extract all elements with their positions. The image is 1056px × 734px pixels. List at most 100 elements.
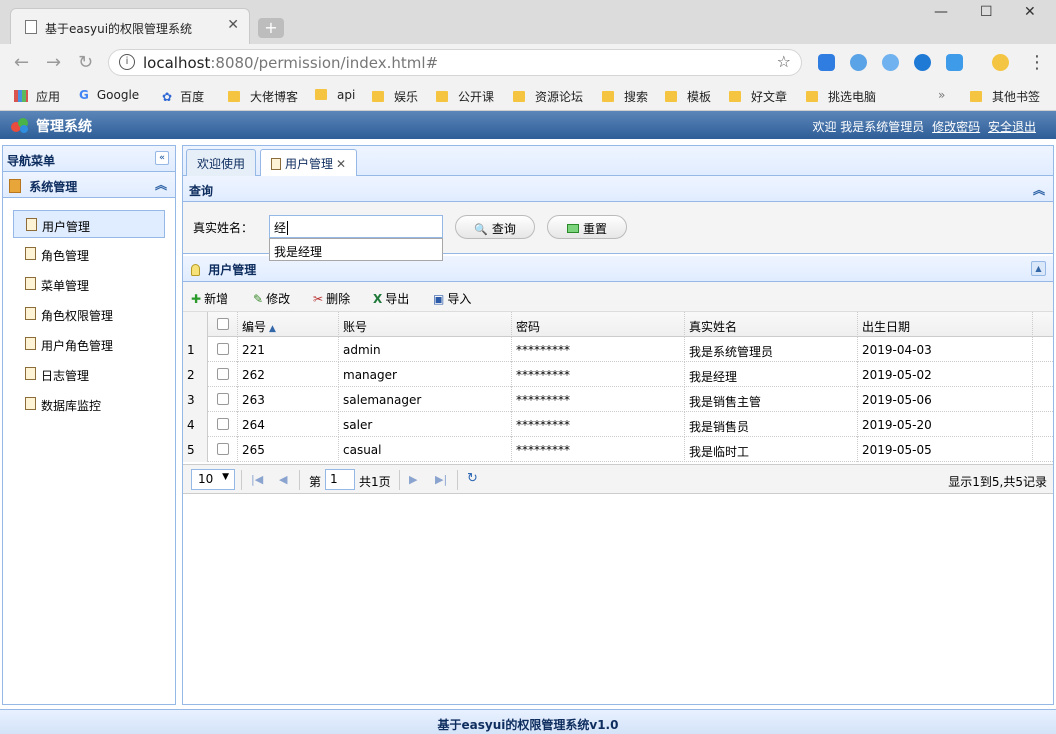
autocomplete-suggestion[interactable]: 我是经理 xyxy=(269,238,443,261)
row-checkbox-cell[interactable] xyxy=(208,412,238,437)
separator xyxy=(399,470,400,490)
collapse-left-icon[interactable]: « xyxy=(155,151,169,165)
other-bookmarks[interactable]: 其他书签 xyxy=(970,88,1040,105)
minimize-icon[interactable]: — xyxy=(934,4,948,20)
row-checkbox-cell[interactable] xyxy=(208,437,238,462)
table-row[interactable]: 5 265 casual ********* 我是临时工 2019-05-05 xyxy=(183,437,1053,462)
nav-item-label: 数据库监控 xyxy=(41,399,102,413)
checkbox[interactable] xyxy=(216,343,229,355)
bookmark-folder[interactable]: 资源论坛 xyxy=(513,88,583,105)
bookmark-star-icon[interactable]: ☆ xyxy=(777,52,791,71)
row-checkbox-cell[interactable] xyxy=(208,387,238,412)
next-page-icon[interactable]: ▶ xyxy=(409,473,417,486)
bookmark-label: 娱乐 xyxy=(394,90,419,104)
bookmark-apps[interactable]: 应用 xyxy=(14,88,60,105)
real-name-input[interactable]: 经 xyxy=(269,215,443,238)
extension-icon[interactable] xyxy=(946,54,963,71)
checkbox[interactable] xyxy=(216,418,229,430)
extension-icon[interactable] xyxy=(882,54,899,71)
prev-page-icon[interactable]: ◀ xyxy=(279,473,287,486)
col-real-name[interactable]: 真实姓名 xyxy=(685,312,858,337)
browser-tab[interactable]: 基于easyui的权限管理系统 ✕ xyxy=(10,8,250,44)
nav-item-menu[interactable]: 菜单管理 xyxy=(13,270,165,298)
page-size-select[interactable]: 10 ▼ xyxy=(191,469,235,490)
nav-item-log[interactable]: 日志管理 xyxy=(13,360,165,388)
change-password-link[interactable]: 修改密码 xyxy=(932,120,980,134)
table-row[interactable]: 4 264 saler ********* 我是销售员 2019-05-20 xyxy=(183,412,1053,437)
bookmark-folder[interactable]: 好文章 xyxy=(729,88,787,105)
checkbox[interactable] xyxy=(216,318,229,330)
menu-icon[interactable]: ⋮ xyxy=(1028,52,1046,73)
apps-icon xyxy=(14,90,28,102)
more-bookmarks-icon[interactable]: » xyxy=(938,88,945,102)
nav-item-role[interactable]: 角色管理 xyxy=(13,240,165,268)
export-label: 导出 xyxy=(385,292,410,306)
logout-link[interactable]: 安全退出 xyxy=(988,120,1036,134)
import-button[interactable]: ▣ 导入 xyxy=(433,290,471,307)
chevron-up-icon[interactable]: ︽ xyxy=(155,176,167,193)
nav-item-label: 角色管理 xyxy=(41,249,90,263)
excel-icon: X xyxy=(373,292,383,306)
tab-user-management[interactable]: 用户管理 ✕ xyxy=(260,149,358,177)
nav-item-user-role[interactable]: 用户角色管理 xyxy=(13,330,165,358)
close-window-icon[interactable]: ✕ xyxy=(1024,4,1036,20)
first-page-icon[interactable]: |◀ xyxy=(251,473,263,486)
checkbox[interactable] xyxy=(216,393,229,405)
bookmark-folder[interactable]: 娱乐 xyxy=(372,88,418,105)
row-number: 5 xyxy=(183,437,208,462)
table-row[interactable]: 1 221 admin ********* 我是系统管理员 2019-04-03 xyxy=(183,337,1053,362)
reset-button[interactable]: 重置 xyxy=(547,215,627,239)
bookmark-folder[interactable]: 公开课 xyxy=(436,88,494,105)
bookmark-google[interactable]: G Google xyxy=(79,88,139,102)
address-bar[interactable]: i localhost:8080/permission/index.html# … xyxy=(108,49,802,76)
checkbox[interactable] xyxy=(216,443,229,455)
chevron-up-icon[interactable]: ︽ xyxy=(1033,181,1045,198)
reload-icon[interactable]: ↻ xyxy=(78,52,93,73)
close-tab-icon[interactable]: ✕ xyxy=(336,157,346,171)
last-page-icon[interactable]: ▶| xyxy=(435,473,447,486)
bookmark-folder[interactable]: api xyxy=(315,88,355,102)
page-number-input[interactable]: 1 xyxy=(325,469,355,490)
nav-item-user[interactable]: 用户管理 xyxy=(13,210,165,238)
select-all-checkbox[interactable] xyxy=(208,312,238,337)
bookmark-baidu[interactable]: ✿ 百度 xyxy=(162,88,204,105)
cell-real-name: 我是销售员 xyxy=(685,412,858,437)
accordion-header[interactable]: 系统管理 ︽ xyxy=(3,172,175,198)
table-row[interactable]: 3 263 salemanager ********* 我是销售主管 2019-05-06 xyxy=(183,387,1053,412)
bookmark-folder[interactable]: 模板 xyxy=(665,88,711,105)
row-checkbox-cell[interactable] xyxy=(208,337,238,362)
profile-avatar[interactable] xyxy=(992,54,1009,71)
bookmark-folder[interactable]: 搜索 xyxy=(602,88,648,105)
table-row[interactable]: 2 262 manager ********* 我是经理 2019-05-02 xyxy=(183,362,1053,387)
close-tab-icon[interactable]: ✕ xyxy=(227,17,239,33)
tab-welcome[interactable]: 欢迎使用 xyxy=(186,149,257,176)
nav-item-role-permission[interactable]: 角色权限管理 xyxy=(13,300,165,328)
add-button[interactable]: ✚ 新增 xyxy=(191,290,228,307)
edit-button[interactable]: ✎ 修改 xyxy=(253,290,290,307)
collapse-icon[interactable]: ▲ xyxy=(1031,261,1046,276)
checkbox[interactable] xyxy=(216,368,229,380)
folder-icon xyxy=(513,91,525,102)
col-account[interactable]: 账号 xyxy=(339,312,512,337)
delete-button[interactable]: ✂ 删除 xyxy=(313,290,350,307)
export-button[interactable]: X 导出 xyxy=(373,290,409,307)
cell-birth: 2019-05-05 xyxy=(858,437,1033,462)
bookmark-folder[interactable]: 挑选电脑 xyxy=(806,88,876,105)
col-id[interactable]: 编号 ▲ xyxy=(238,312,339,337)
row-checkbox-cell[interactable] xyxy=(208,362,238,387)
maximize-icon[interactable]: ☐ xyxy=(980,4,993,20)
back-icon[interactable]: ← xyxy=(14,52,29,73)
extension-icon[interactable] xyxy=(850,54,867,71)
bookmark-folder[interactable]: 大佬博客 xyxy=(228,88,298,105)
extension-icon[interactable] xyxy=(914,54,931,71)
info-icon[interactable]: i xyxy=(119,54,135,70)
extension-icon[interactable] xyxy=(818,54,835,71)
new-tab-button[interactable]: + xyxy=(258,18,284,38)
url-text[interactable]: localhost:8080/permission/index.html# xyxy=(143,54,438,72)
col-password[interactable]: 密码 xyxy=(512,312,685,337)
search-button[interactable]: 🔍 查询 xyxy=(455,215,535,239)
col-birth[interactable]: 出生日期 xyxy=(858,312,1033,337)
nav-item-db-monitor[interactable]: 数据库监控 xyxy=(13,390,165,418)
forward-icon[interactable]: → xyxy=(46,52,61,73)
refresh-icon[interactable]: ↻ xyxy=(467,471,478,486)
